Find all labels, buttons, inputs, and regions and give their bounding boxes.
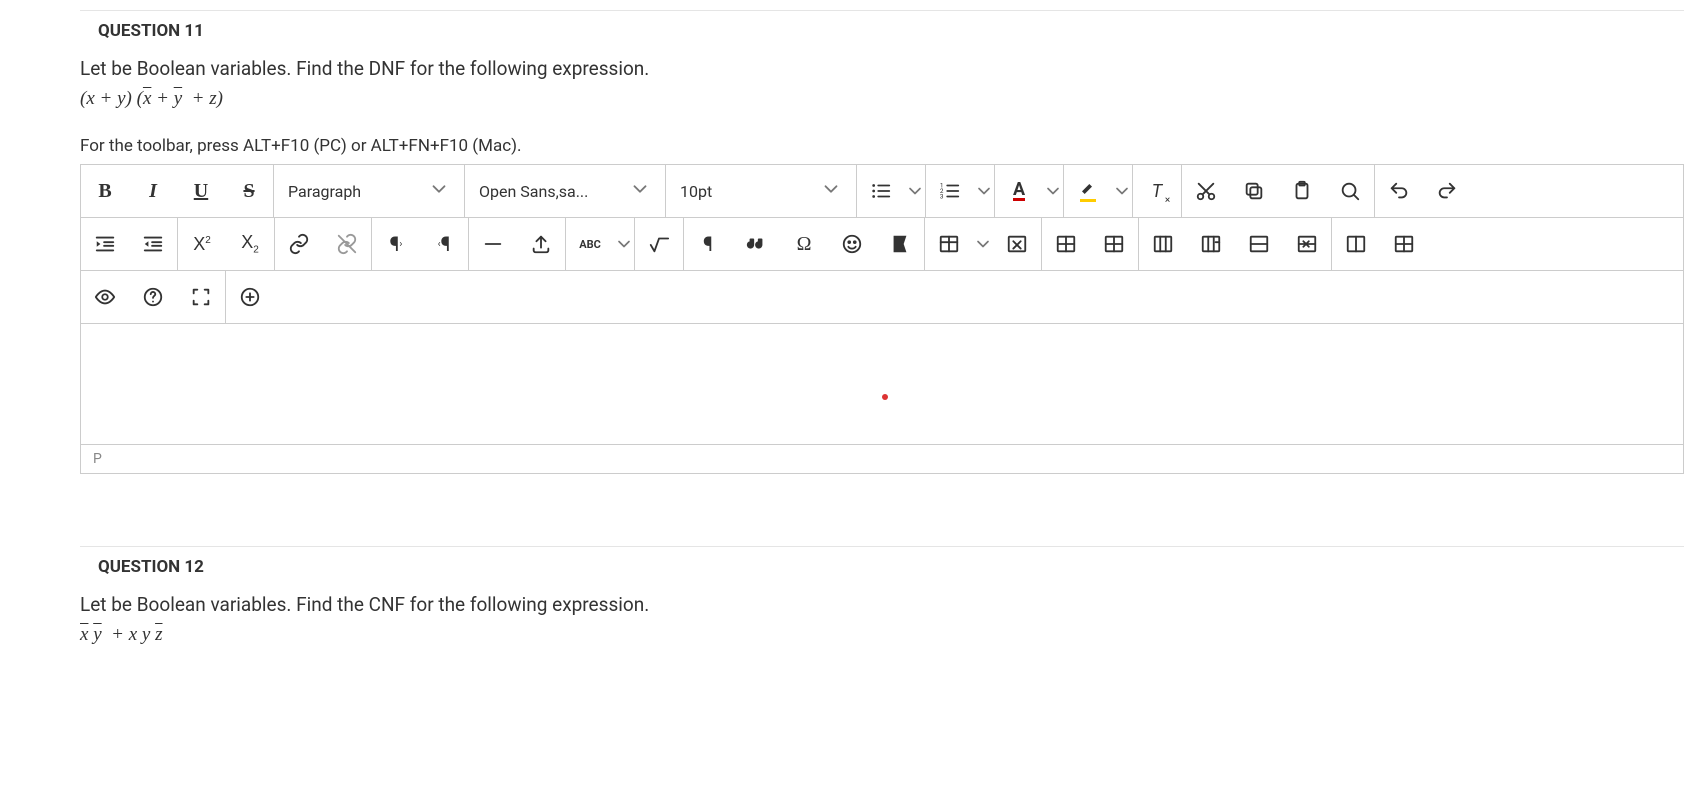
editor-status-path: P (81, 444, 1683, 473)
superscript-button[interactable]: X2 (178, 218, 226, 270)
ltr-button[interactable]: ¶› (372, 218, 420, 270)
emoji-button[interactable] (828, 218, 876, 270)
toolbar-row-1: B I U S Paragraph Open Sans,sa... (81, 165, 1683, 218)
font-select[interactable]: Open Sans,sa... (465, 165, 665, 217)
table-row-below-button[interactable] (1090, 218, 1138, 270)
rtl-button[interactable]: ‹¶ (420, 218, 468, 270)
text-color-button[interactable]: A (995, 165, 1043, 217)
toolbar-helper-text: For the toolbar, press ALT+F10 (PC) or A… (80, 136, 1684, 156)
chevron-down-icon (820, 178, 842, 204)
paste-button[interactable] (1278, 165, 1326, 217)
copy-button[interactable] (1230, 165, 1278, 217)
subscript-button[interactable]: X2 (226, 218, 274, 270)
bold-button[interactable]: B (81, 165, 129, 217)
undo-button[interactable] (1375, 165, 1423, 217)
anchor-button[interactable] (876, 218, 924, 270)
delete-table-button[interactable] (993, 218, 1041, 270)
numbered-list-more[interactable] (974, 165, 994, 217)
question-11-formula: (x + y) (x + y + z) (80, 88, 1684, 110)
question-12-prompt: Let be Boolean variables. Find the CNF f… (80, 593, 1684, 616)
cursor-indicator (882, 394, 888, 400)
outdent-button[interactable] (129, 218, 177, 270)
table-delete-row-button[interactable] (1283, 218, 1331, 270)
blockquote-button[interactable] (732, 218, 780, 270)
chevron-down-icon (428, 178, 450, 204)
table-cell-props-button[interactable] (1332, 218, 1380, 270)
help-button[interactable] (129, 271, 177, 323)
underline-button[interactable]: U (177, 165, 225, 217)
editor-textarea[interactable] (81, 324, 1683, 444)
table-col-right-button[interactable] (1187, 218, 1235, 270)
question-11-header: QUESTION 11 (80, 10, 1684, 57)
table-row-above-button[interactable] (1042, 218, 1090, 270)
math-button[interactable] (635, 218, 683, 270)
bullet-list-button[interactable] (857, 165, 905, 217)
toolbar-row-3 (81, 271, 1683, 324)
preview-button[interactable] (81, 271, 129, 323)
numbered-list-button[interactable]: 123 (926, 165, 974, 217)
text-color-more[interactable] (1043, 165, 1063, 217)
format-select[interactable]: Paragraph (274, 165, 464, 217)
chevron-down-icon (629, 178, 651, 204)
redo-button[interactable] (1423, 165, 1471, 217)
table-split-button[interactable] (1380, 218, 1428, 270)
insert-file-button[interactable] (517, 218, 565, 270)
show-paragraph-button[interactable]: ¶ (684, 218, 732, 270)
table-more[interactable] (973, 218, 993, 270)
spellcheck-button[interactable]: ABC (566, 218, 614, 270)
spellcheck-more[interactable] (614, 218, 634, 270)
link-button[interactable] (275, 218, 323, 270)
font-size-select[interactable]: 10pt (666, 165, 856, 217)
indent-button[interactable] (81, 218, 129, 270)
format-select-label: Paragraph (288, 182, 361, 201)
clear-formatting-button[interactable]: T (1133, 165, 1181, 217)
italic-button[interactable]: I (129, 165, 177, 217)
table-col-left-button[interactable] (1139, 218, 1187, 270)
question-12-formula: x y + x y z (80, 624, 1684, 646)
horizontal-rule-button[interactable] (469, 218, 517, 270)
toolbar-row-2: X2 X2 ¶› ‹¶ (81, 218, 1683, 271)
strikethrough-button[interactable]: S (225, 165, 273, 217)
unlink-button[interactable] (323, 218, 371, 270)
question-11-prompt: Let be Boolean variables. Find the DNF f… (80, 57, 1684, 80)
font-select-label: Open Sans,sa... (479, 182, 588, 201)
add-content-button[interactable] (226, 271, 274, 323)
find-button[interactable] (1326, 165, 1374, 217)
svg-text:3: 3 (940, 192, 944, 200)
cut-button[interactable] (1182, 165, 1230, 217)
fullscreen-button[interactable] (177, 271, 225, 323)
bullet-list-more[interactable] (905, 165, 925, 217)
special-char-button[interactable]: Ω (780, 218, 828, 270)
font-size-label: 10pt (680, 182, 712, 201)
rich-text-editor: B I U S Paragraph Open Sans,sa... (80, 164, 1684, 474)
table-merge-button[interactable] (1235, 218, 1283, 270)
table-button[interactable] (925, 218, 973, 270)
question-12-header: QUESTION 12 (80, 547, 1684, 593)
highlight-color-more[interactable] (1112, 165, 1132, 217)
highlight-color-button[interactable] (1064, 165, 1112, 217)
